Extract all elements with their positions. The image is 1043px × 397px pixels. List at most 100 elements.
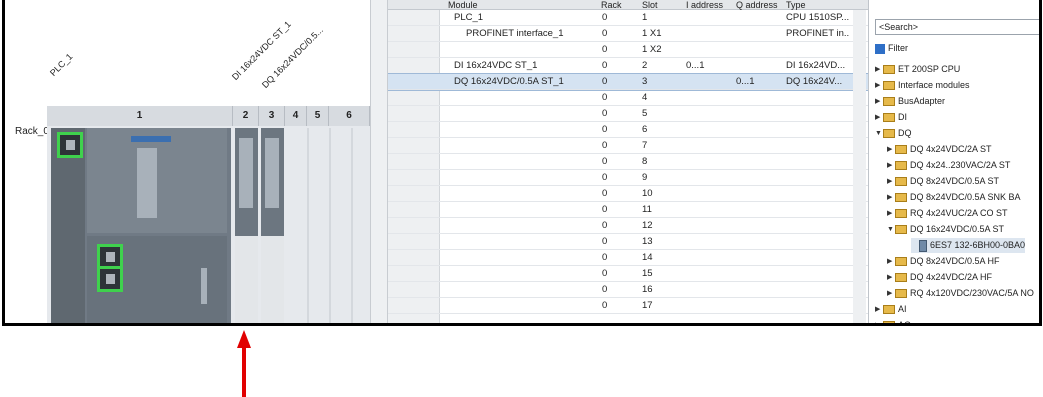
catalog-item[interactable]: ▶ Interface modules [875,78,970,93]
cell-slot: 5 [642,108,648,119]
slot-header-6[interactable]: 6 [329,106,370,126]
catalog-item[interactable]: ▶ DI [875,110,907,125]
catalog-item[interactable]: ▼ DQ 16x24VDC/0.5A ST [887,222,1004,237]
table-header-row: Module Rack Slot I address Q address Typ… [388,0,868,10]
table-row[interactable]: 06 [388,122,868,138]
slot-header-5[interactable]: 5 [307,106,329,126]
ethernet-port-icon[interactable] [97,266,123,292]
di-module[interactable] [235,128,258,323]
expand-arrow-right-icon[interactable]: ▶ [875,94,883,109]
folder-icon [883,81,895,91]
table-row[interactable]: DQ 16x24VDC/0.5A ST_1 0 3 0...1 DQ 16x24V... [388,73,868,91]
table-row[interactable]: PROFINET interface_1 0 1 X1 PROFINET in... [388,26,868,42]
table-row[interactable]: 0 1 X2 [388,42,868,58]
catalog-item-label: DQ 16x24VDC/0.5A ST [910,224,1005,234]
catalog-item[interactable]: ▶ DQ 8x24VDC/0.5A ST [887,174,999,189]
expand-arrow-right-icon[interactable]: ▶ [887,206,895,221]
ethernet-port-icon[interactable] [57,132,83,158]
empty-slot[interactable] [287,128,368,323]
table-row[interactable]: DI 16x24VDC ST_1 0 2 0...1 DI 16x24VD... [388,58,868,74]
expand-arrow-right-icon[interactable]: ▶ [887,286,895,301]
table-row[interactable]: 0 11 [388,202,868,218]
cell-slot: 9 [642,172,648,183]
expand-arrow-right-icon[interactable]: ▶ [887,174,895,189]
folder-icon [895,289,907,299]
catalog-item-label: DQ 8x24VDC/0.5A ST [910,176,1000,186]
catalog-item[interactable]: ▶ ET 200SP CPU [875,62,960,77]
cell-type: DQ 16x24V... [786,76,843,87]
expand-arrow-down-icon[interactable]: ▼ [887,222,895,237]
slot-header-3[interactable]: 3 [259,106,285,126]
catalog-item[interactable]: ▶ DQ 8x24VDC/0.5A HF [887,254,1000,269]
catalog-filter[interactable]: Filter [875,41,908,55]
cell-slot: 14 [642,252,653,263]
cell-slot: 6 [642,124,648,135]
filter-label: Filter [888,43,908,53]
table-row[interactable]: 0 15 [388,266,868,282]
expand-arrow-right-icon[interactable]: ▶ [887,142,895,157]
table-row[interactable]: 0 12 [388,218,868,234]
folder-icon [895,225,907,235]
catalog-item[interactable]: ▶ DQ 4x24..230VAC/2A ST [887,158,1010,173]
catalog-item[interactable]: ▶ DQ 8x24VDC/0.5A SNK BA [887,190,1021,205]
table-row[interactable]: 0 10 [388,186,868,202]
expand-arrow-down-icon[interactable]: ▼ [875,126,883,141]
col-header-q-address[interactable]: Q address [736,0,778,10]
folder-icon [883,65,895,75]
splitter[interactable] [370,0,388,323]
expand-arrow-right-icon[interactable]: ▶ [887,158,895,173]
catalog-item[interactable]: ▶ BusAdapter [875,94,945,109]
table-row[interactable]: PLC_1 0 1 CPU 1510SP... [388,10,868,26]
cell-slot: 1 X1 [642,28,662,39]
expand-arrow-right-icon[interactable]: ▶ [875,78,883,93]
catalog-item[interactable]: ▶ RQ 4x24VUC/2A CO ST [887,206,1008,221]
slot-header-4[interactable]: 4 [285,106,307,126]
table-row[interactable]: 04 [388,90,868,106]
cell-rack: 0 [602,236,608,247]
catalog-item[interactable]: ▶ AQ [875,318,911,323]
catalog-search[interactable]: <Search> [875,19,1039,35]
catalog-item[interactable]: ▶ RQ 4x120VDC/230VAC/5A NO [887,286,1034,301]
expand-arrow-right-icon[interactable]: ▶ [887,270,895,285]
catalog-item-label: RQ 4x120VDC/230VAC/5A NO [910,288,1034,298]
catalog-item-label: DQ 4x24VDC/2A ST [910,144,992,154]
col-header-i-address[interactable]: I address [686,0,723,10]
cell-rack: 0 [602,76,608,87]
expand-arrow-right-icon[interactable]: ▶ [875,62,883,77]
col-header-slot[interactable]: Slot [642,0,658,10]
catalog-item-label: AQ [898,320,911,323]
dq-module[interactable] [261,128,284,323]
cell-qaddr: 0...1 [736,76,755,87]
table-row[interactable]: 0 16 [388,282,868,298]
filter-checkbox[interactable] [875,43,885,54]
catalog-item[interactable]: ▶ DQ 4x24VDC/2A ST [887,142,992,157]
catalog-item[interactable]: ▼ DQ [875,126,912,141]
table-row[interactable]: 07 [388,138,868,154]
col-header-type[interactable]: Type [786,0,806,10]
cell-slot: 12 [642,220,653,231]
table-row[interactable]: 0 14 [388,250,868,266]
col-header-rack[interactable]: Rack [601,0,622,10]
table-row[interactable]: 0 17 [388,298,868,314]
slot-header-2[interactable]: 2 [233,106,259,126]
slot-header-1[interactable]: 1 [47,106,233,126]
col-header-module[interactable]: Module [448,0,478,10]
cell-rack: 0 [602,204,608,215]
table-scrollbar[interactable] [853,10,866,323]
table-row[interactable]: 08 [388,154,868,170]
catalog-item[interactable]: ▶ DQ 4x24VDC/2A HF [887,270,992,285]
table-row[interactable]: 0 13 [388,234,868,250]
table-row[interactable]: 05 [388,106,868,122]
catalog-item[interactable]: 6ES7 132-6BH00-0BA0 [911,238,1026,253]
catalog-item[interactable]: ▶ AI [875,302,907,317]
expand-arrow-right-icon[interactable]: ▶ [887,190,895,205]
cell-module: DI 16x24VDC ST_1 [454,60,538,71]
cell-rack: 0 [602,284,608,295]
expand-arrow-right-icon[interactable]: ▶ [875,110,883,125]
rack-label: Rack_0 [15,126,49,137]
expand-arrow-right-icon[interactable]: ▶ [875,302,883,317]
expand-arrow-right-icon[interactable]: ▶ [887,254,895,269]
expand-arrow-right-icon[interactable]: ▶ [875,318,883,323]
table-row[interactable]: 09 [388,170,868,186]
plc-label: PLC_1 [47,51,75,78]
